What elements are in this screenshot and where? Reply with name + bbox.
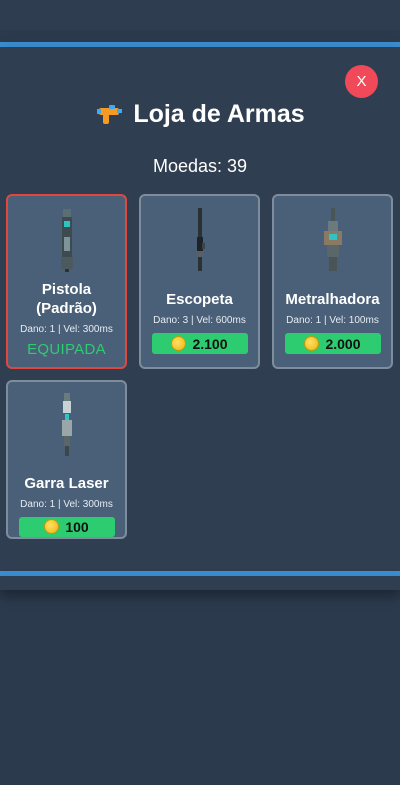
laser-claw-sprite <box>58 390 76 460</box>
coin-icon <box>171 336 187 351</box>
machinegun-sprite <box>321 204 345 276</box>
buy-button[interactable]: 2.000 <box>284 333 381 354</box>
modal-footer <box>0 576 400 590</box>
title-text: Loja de Armas <box>133 100 305 128</box>
weapon-card-machinegun[interactable]: Metralhadora Dano: 1 | Vel: 100ms 2.000 <box>272 194 393 369</box>
close-label: X <box>356 73 367 90</box>
close-button[interactable]: X <box>345 65 378 98</box>
weapon-card-shotgun[interactable]: Escopeta Dano: 3 | Vel: 600ms 2.100 <box>139 194 260 369</box>
coin-icon <box>304 336 320 351</box>
price-amount: 2.100 <box>192 335 228 352</box>
top-bar <box>0 0 400 30</box>
weapon-stats: Dano: 1 | Vel: 100ms <box>286 315 379 326</box>
weapon-name: Pistola (Padrão) <box>36 281 97 317</box>
weapon-card-pistol[interactable]: Pistola (Padrão) Dano: 1 | Vel: 300ms EQ… <box>6 194 127 369</box>
weapon-name: Escopeta <box>166 291 233 308</box>
weapon-name: Metralhadora <box>285 291 380 308</box>
pistol-sprite <box>57 204 77 276</box>
weapon-stats: Dano: 1 | Vel: 300ms <box>20 324 113 335</box>
price-amount: 2.000 <box>325 335 361 352</box>
weapon-card-laser-claw[interactable]: Garra Laser Dano: 1 | Vel: 300ms 100 <box>6 380 127 539</box>
weapon-name: Garra Laser <box>24 474 109 492</box>
price-amount: 100 <box>65 518 89 535</box>
page-title: Loja de Armas <box>0 100 400 129</box>
weapon-stats: Dano: 1 | Vel: 300ms <box>20 498 113 510</box>
buy-button[interactable]: 100 <box>18 516 115 537</box>
equipped-status: EQUIPADA <box>27 341 106 358</box>
coin-icon <box>44 519 60 535</box>
weapon-stats: Dano: 3 | Vel: 600ms <box>153 315 246 326</box>
water-gun-icon <box>95 104 123 126</box>
coin-balance: Moedas: 39 <box>152 156 248 176</box>
shotgun-sprite <box>193 204 207 276</box>
buy-button[interactable]: 2.100 <box>151 333 248 354</box>
